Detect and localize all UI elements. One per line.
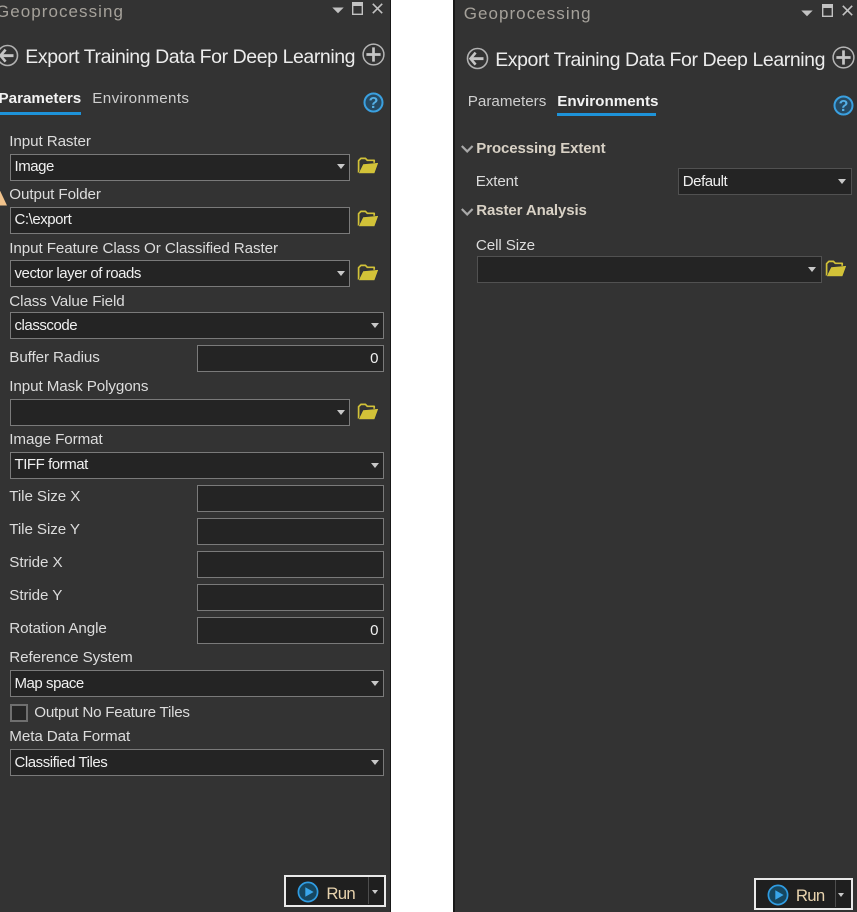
svg-text:?: ? bbox=[368, 95, 378, 112]
svg-text:?: ? bbox=[839, 98, 849, 115]
